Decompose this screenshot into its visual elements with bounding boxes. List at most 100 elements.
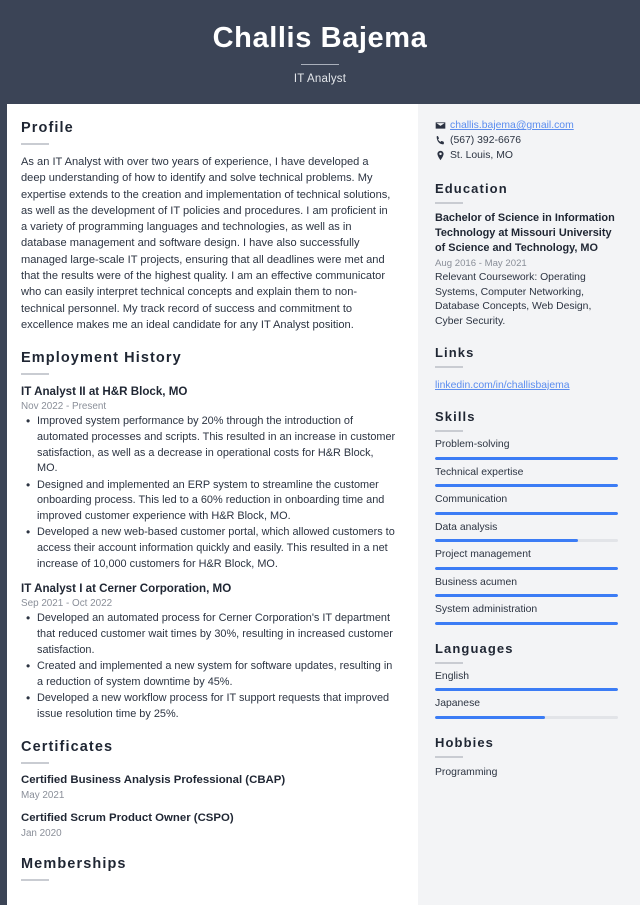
certificate-title: Certified Business Analysis Professional… xyxy=(21,774,286,787)
employment-heading-divider xyxy=(21,373,49,376)
education-heading-divider xyxy=(435,202,463,204)
contact-row-email: challis.bajema@gmail.com xyxy=(435,120,618,131)
job-entry: IT Analyst II at H&R Block, MO Nov 2022 … xyxy=(21,384,396,572)
job-entry: IT Analyst I at Cerner Corporation, MO S… xyxy=(21,581,396,722)
phone-number: (567) 392-6676 xyxy=(450,135,522,146)
job-bullet: Developed an automated process for Cerne… xyxy=(21,610,396,658)
links-heading-divider xyxy=(435,366,463,369)
section-education: Education Bachelor of Science in Informa… xyxy=(435,181,618,329)
job-bullet: Improved system performance by 20% throu… xyxy=(21,413,396,476)
profile-heading: Profile xyxy=(21,120,74,136)
job-bullet: Developed a new web-based customer porta… xyxy=(21,524,396,572)
skill-bar-fill xyxy=(435,511,618,515)
skill-row: System administration xyxy=(435,604,618,625)
section-links: Links linkedin.com/in/challisbajema xyxy=(435,345,618,393)
education-date: Aug 2016 - May 2021 xyxy=(435,258,527,270)
employment-heading: Employment History xyxy=(21,350,182,367)
section-skills: Skills Problem-solving Technical experti… xyxy=(435,409,618,625)
section-profile: Profile As an IT Analyst with over two y… xyxy=(21,120,396,333)
skill-bar-fill xyxy=(435,456,618,460)
skill-bar-track xyxy=(435,621,618,625)
resume-header: Challis Bajema IT Analyst xyxy=(0,0,640,104)
certificate-date: May 2021 xyxy=(21,790,65,802)
certificate-date: Jan 2020 xyxy=(21,828,62,840)
envelope-icon xyxy=(435,120,450,131)
language-label: English xyxy=(435,670,470,682)
header-divider xyxy=(301,64,339,66)
skill-row: Project management xyxy=(435,549,618,570)
certificate-entry: Certified Scrum Product Owner (CSPO) Jan… xyxy=(21,811,396,839)
job-bullet: Created and implemented a new system for… xyxy=(21,658,396,690)
job-date: Sep 2021 - Oct 2022 xyxy=(21,598,113,610)
linkedin-link[interactable]: linkedin.com/in/challisbajema xyxy=(435,380,570,391)
job-title: IT Analyst I at Cerner Corporation, MO xyxy=(21,582,232,596)
candidate-name: Challis Bajema xyxy=(212,22,428,54)
language-row: English xyxy=(435,670,618,692)
skill-row: Business acumen xyxy=(435,576,618,598)
certificates-heading-divider xyxy=(21,762,49,765)
hobbies-heading: Hobbies xyxy=(435,734,494,750)
skill-row: Technical expertise xyxy=(435,466,618,488)
education-heading: Education xyxy=(435,181,508,196)
section-hobbies: Hobbies Programming xyxy=(435,735,618,780)
skill-label: System administration xyxy=(435,604,538,616)
skill-bar-track xyxy=(435,539,618,543)
left-accent-stripe xyxy=(0,0,7,905)
job-bullet-list: Developed an automated process for Cerne… xyxy=(21,610,396,722)
education-description: Relevant Coursework: Operating Systems, … xyxy=(435,272,592,327)
skills-heading-divider xyxy=(435,430,463,433)
skill-label: Technical expertise xyxy=(435,466,524,478)
skill-row: Problem-solving xyxy=(435,439,618,460)
sidebar-column: challis.bajema@gmail.com (567) 392-6676 … xyxy=(418,104,640,905)
skill-bar-fill xyxy=(435,566,618,570)
language-bar-fill xyxy=(435,688,618,692)
skill-bar-track xyxy=(435,594,618,598)
job-date: Nov 2022 - Present xyxy=(21,401,107,413)
links-heading: Links xyxy=(435,345,475,361)
skill-bar-track xyxy=(435,511,618,515)
hobby-item: Programming xyxy=(435,766,498,778)
skill-label: Communication xyxy=(435,494,508,506)
certificates-heading: Certificates xyxy=(21,739,114,756)
skill-label: Project management xyxy=(435,549,531,561)
candidate-job-title: IT Analyst xyxy=(293,73,347,86)
contact-row-phone: (567) 392-6676 xyxy=(435,135,618,146)
location-pin-icon xyxy=(435,150,450,161)
profile-heading-divider xyxy=(21,143,49,145)
skill-label: Business acumen xyxy=(435,576,518,588)
education-degree: Bachelor of Science in Information Techn… xyxy=(435,212,615,255)
section-employment-history: Employment History IT Analyst II at H&R … xyxy=(21,350,396,722)
language-bar-fill xyxy=(435,715,545,719)
memberships-heading: Memberships xyxy=(21,856,127,873)
contact-details: challis.bajema@gmail.com (567) 392-6676 … xyxy=(435,120,618,161)
contact-row-location: St. Louis, MO xyxy=(435,150,618,161)
job-bullet-list: Improved system performance by 20% throu… xyxy=(21,413,396,572)
skill-bar-track xyxy=(435,456,618,460)
section-languages: Languages English Japanese xyxy=(435,641,618,719)
resume-document: Challis Bajema IT Analyst Profile As an … xyxy=(0,0,640,905)
resume-body: Profile As an IT Analyst with over two y… xyxy=(0,104,640,905)
location-text: St. Louis, MO xyxy=(450,150,513,161)
email-link[interactable]: challis.bajema@gmail.com xyxy=(450,120,574,131)
skill-bar-fill xyxy=(435,621,618,625)
skill-bar-fill xyxy=(435,594,618,598)
main-column: Profile As an IT Analyst with over two y… xyxy=(0,104,418,905)
skill-label: Problem-solving xyxy=(435,439,510,451)
skill-bar-fill xyxy=(435,539,578,543)
certificate-entry: Certified Business Analysis Professional… xyxy=(21,773,396,801)
languages-heading-divider xyxy=(435,661,463,664)
hobbies-heading-divider xyxy=(435,755,463,758)
language-label: Japanese xyxy=(435,698,481,710)
skills-heading: Skills xyxy=(435,409,476,425)
phone-icon xyxy=(435,135,450,146)
memberships-heading-divider xyxy=(21,879,49,882)
skill-row: Communication xyxy=(435,494,618,515)
skill-bar-track xyxy=(435,566,618,570)
skill-row: Data analysis xyxy=(435,521,618,543)
languages-heading: Languages xyxy=(435,640,514,656)
certificate-title: Certified Scrum Product Owner (CSPO) xyxy=(21,812,234,825)
skill-label: Data analysis xyxy=(435,521,498,533)
job-title: IT Analyst II at H&R Block, MO xyxy=(21,385,188,399)
section-memberships: Memberships xyxy=(21,856,396,882)
language-bar-track xyxy=(435,715,618,719)
